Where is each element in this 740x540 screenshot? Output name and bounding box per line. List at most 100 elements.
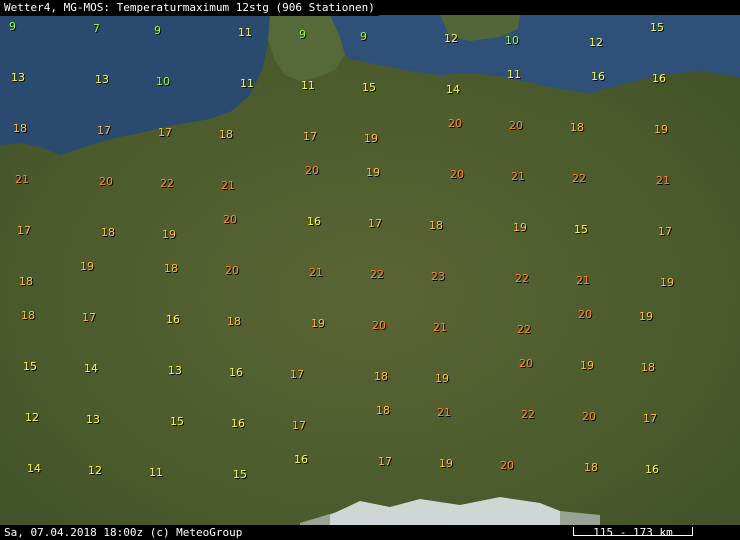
station-temp-label: 19	[513, 221, 527, 234]
station-temp-label: 18	[101, 226, 115, 239]
station-temp-label: 17	[82, 311, 96, 324]
station-temp-label: 12	[25, 411, 39, 424]
station-temp-label: 20	[519, 357, 533, 370]
station-temp-label: 21	[656, 174, 670, 187]
station-temp-label: 7	[93, 22, 100, 35]
station-temp-label: 19	[580, 359, 594, 372]
station-temp-label: 21	[437, 406, 451, 419]
station-temp-label: 17	[292, 419, 306, 432]
station-temp-label: 12	[444, 32, 458, 45]
station-temp-label: 21	[433, 321, 447, 334]
station-temp-label: 20	[450, 168, 464, 181]
station-temp-label: 23	[431, 270, 445, 283]
map-footer: Sa, 07.04.2018 18:00z (c) MeteoGroup 115…	[0, 525, 740, 540]
station-temp-label: 18	[584, 461, 598, 474]
station-temp-label: 17	[368, 217, 382, 230]
station-temp-label: 19	[654, 123, 668, 136]
station-temp-label: 20	[99, 175, 113, 188]
station-temp-label: 20	[500, 459, 514, 472]
station-temp-label: 16	[231, 417, 245, 430]
station-temp-label: 14	[446, 83, 460, 96]
station-temp-label: 11	[507, 68, 521, 81]
station-temp-label: 18	[429, 219, 443, 232]
station-temp-label: 11	[238, 26, 252, 39]
station-temp-label: 18	[641, 361, 655, 374]
station-temp-label: 21	[221, 179, 235, 192]
station-temp-label: 16	[229, 366, 243, 379]
station-temp-label: 15	[362, 81, 376, 94]
station-temp-label: 19	[364, 132, 378, 145]
station-temp-label: 20	[223, 213, 237, 226]
station-temp-label: 13	[86, 413, 100, 426]
temperature-map[interactable]: 9 7 9 11 9 9 12 10 12 15 13 13 10 11 11 15 14 11 16 16 18 17 1…	[0, 15, 740, 525]
station-temp-label: 13	[11, 71, 25, 84]
station-temp-label: 16	[645, 463, 659, 476]
station-temp-label: 20	[305, 164, 319, 177]
station-temp-label: 21	[576, 274, 590, 287]
station-temp-label: 18	[570, 121, 584, 134]
station-temp-label: 9	[360, 30, 367, 43]
station-temp-label: 15	[233, 468, 247, 481]
station-temp-label: 10	[156, 75, 170, 88]
station-temp-label: 18	[374, 370, 388, 383]
station-temp-label: 15	[170, 415, 184, 428]
scale-bar: 115 - 173 km	[573, 526, 693, 539]
station-temp-label: 16	[591, 70, 605, 83]
map-title: Wetter4, MG-MOS: Temperaturmaximum 12stg…	[0, 0, 379, 16]
station-temp-label: 22	[572, 172, 586, 185]
station-temp-label: 20	[578, 308, 592, 321]
datetime-credit: Sa, 07.04.2018 18:00z (c) MeteoGroup	[4, 526, 243, 539]
station-temp-label: 12	[589, 36, 603, 49]
station-temp-label: 19	[162, 228, 176, 241]
station-temp-label: 18	[21, 309, 35, 322]
station-temp-label: 22	[517, 323, 531, 336]
station-temp-label: 11	[240, 77, 254, 90]
station-temp-label: 19	[660, 276, 674, 289]
station-temp-label: 18	[164, 262, 178, 275]
station-temp-label: 18	[19, 275, 33, 288]
station-temp-label: 17	[290, 368, 304, 381]
station-temp-label: 16	[294, 453, 308, 466]
station-temp-label: 16	[166, 313, 180, 326]
station-temp-label: 13	[95, 73, 109, 86]
station-temp-label: 20	[372, 319, 386, 332]
station-temp-label: 12	[88, 464, 102, 477]
station-temp-label: 9	[9, 20, 16, 33]
station-temp-label: 16	[652, 72, 666, 85]
station-temp-label: 19	[439, 457, 453, 470]
scale-label: 115 - 173 km	[593, 526, 673, 539]
station-temp-label: 20	[448, 117, 462, 130]
station-temp-label: 20	[582, 410, 596, 423]
station-temp-label: 20	[509, 119, 523, 132]
station-temp-label: 21	[15, 173, 29, 186]
station-temp-label: 22	[515, 272, 529, 285]
station-temp-label: 11	[301, 79, 315, 92]
station-temp-label: 19	[311, 317, 325, 330]
map-frame: Wetter4, MG-MOS: Temperaturmaximum 12stg…	[0, 0, 740, 540]
station-temp-label: 9	[299, 28, 306, 41]
station-temp-label: 19	[366, 166, 380, 179]
station-temp-label: 19	[435, 372, 449, 385]
station-temp-label: 17	[158, 126, 172, 139]
station-temp-label: 18	[376, 404, 390, 417]
station-temp-label: 17	[303, 130, 317, 143]
station-temp-label: 17	[378, 455, 392, 468]
station-temp-label: 17	[643, 412, 657, 425]
station-temp-label: 17	[97, 124, 111, 137]
station-temp-label: 22	[521, 408, 535, 421]
station-temp-label: 10	[505, 34, 519, 47]
station-temp-label: 15	[23, 360, 37, 373]
station-temp-label: 14	[84, 362, 98, 375]
station-temp-label: 16	[307, 215, 321, 228]
station-temp-label: 18	[219, 128, 233, 141]
station-temp-label: 22	[370, 268, 384, 281]
station-temp-label: 20	[225, 264, 239, 277]
station-temp-label: 13	[168, 364, 182, 377]
station-temp-label: 14	[27, 462, 41, 475]
station-temp-label: 17	[658, 225, 672, 238]
station-temp-label: 17	[17, 224, 31, 237]
station-temp-label: 15	[574, 223, 588, 236]
station-temp-label: 19	[639, 310, 653, 323]
station-temp-label: 15	[650, 21, 664, 34]
station-temp-label: 18	[227, 315, 241, 328]
